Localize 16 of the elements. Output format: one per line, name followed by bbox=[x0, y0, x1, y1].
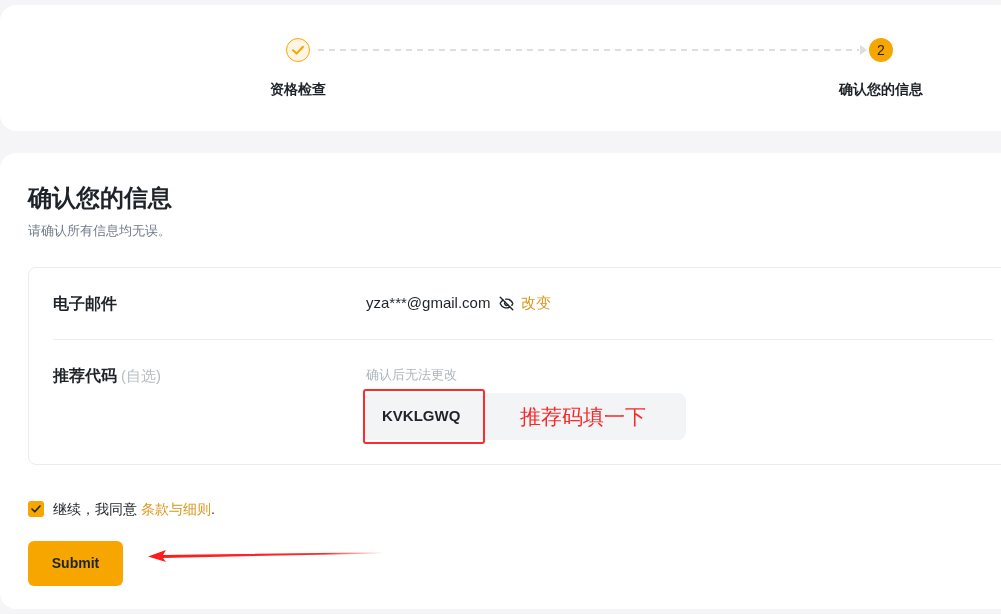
field-hint: 确认后无法更改 bbox=[366, 366, 457, 384]
page-heading: 确认您的信息 bbox=[28, 183, 172, 213]
step-label: 确认您的信息 bbox=[839, 80, 923, 99]
agreement-text: 继续，我同意 条款与细则. bbox=[53, 500, 215, 519]
submit-button[interactable]: Submit bbox=[28, 541, 123, 586]
step-label: 资格检查 bbox=[270, 80, 326, 99]
field-label: 推荐代码 bbox=[53, 366, 117, 386]
email-value: yza***@gmail.com bbox=[366, 293, 491, 314]
eye-off-icon[interactable] bbox=[499, 296, 515, 311]
checkbox[interactable] bbox=[28, 501, 44, 517]
optional-label: (自选) bbox=[121, 366, 161, 386]
page-subtitle: 请确认所有信息均无误。 bbox=[28, 222, 171, 240]
step-number-badge: 2 bbox=[869, 38, 893, 62]
checkmark-icon bbox=[31, 505, 41, 513]
annotation-note: 推荐码填一下 bbox=[520, 404, 646, 430]
field-label: 电子邮件 bbox=[53, 294, 117, 312]
